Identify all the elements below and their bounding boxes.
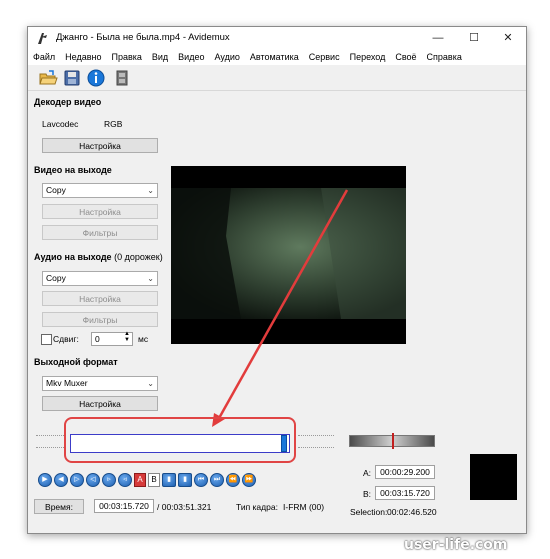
last-frame-icon[interactable]: ⏩ [242,473,256,487]
playback-controls: ▶ ◀ ▷ ◁ ▹ ◃ A B ▮ ▮ ⏮ ⏭ ⏪ ⏩ [38,473,256,489]
next-frame-icon[interactable]: ▹ [102,473,116,487]
timeline-highlight [64,417,296,463]
current-time-field[interactable]: 00:03:15.720 [94,499,154,513]
next-black-icon[interactable]: ⏭ [210,473,224,487]
timeline-ticks-left-2 [36,447,66,454]
time-button[interactable]: Время: [34,499,84,514]
selection-duration: 00:02:46.520 [387,507,437,517]
selection-a-label: A: [363,468,372,478]
prev-frame-icon[interactable]: ◁ [86,473,100,487]
frame-type-label: Тип кадра: [236,502,278,512]
play-icon[interactable]: ▶ [38,473,52,487]
selection-a-time[interactable]: 00:00:29.200 [375,465,435,479]
prev-keyframe-icon[interactable]: ◃ [118,473,132,487]
timeline-ticks-left [36,435,66,442]
frame-type-value: I-FRM (00) [283,502,325,512]
timeline-ticks-right [298,435,334,442]
forward-icon[interactable]: ▷ [70,473,84,487]
watermark: user-life.com [404,537,508,553]
volume-marker [392,433,394,449]
thumbnail-preview [470,454,517,500]
first-frame-icon[interactable]: ⏪ [226,473,240,487]
goto-b-icon[interactable]: ▮ [178,473,192,487]
selection-b-time[interactable]: 00:03:15.720 [375,486,435,500]
total-time: / 00:03:51.321 [157,502,212,512]
app-window: Джанго - Была не была.mp4 - Avidemux — ☐… [27,26,527,534]
prev-black-icon[interactable]: ⏮ [194,473,208,487]
marker-a-button[interactable]: A [134,473,146,487]
selection-b-label: B: [363,489,372,499]
marker-b-button[interactable]: B [148,473,160,487]
rewind-icon[interactable]: ◀ [54,473,68,487]
selection-label: Selection: [350,507,388,517]
timeline-ticks-right-2 [298,447,334,454]
goto-a-icon[interactable]: ▮ [162,473,176,487]
